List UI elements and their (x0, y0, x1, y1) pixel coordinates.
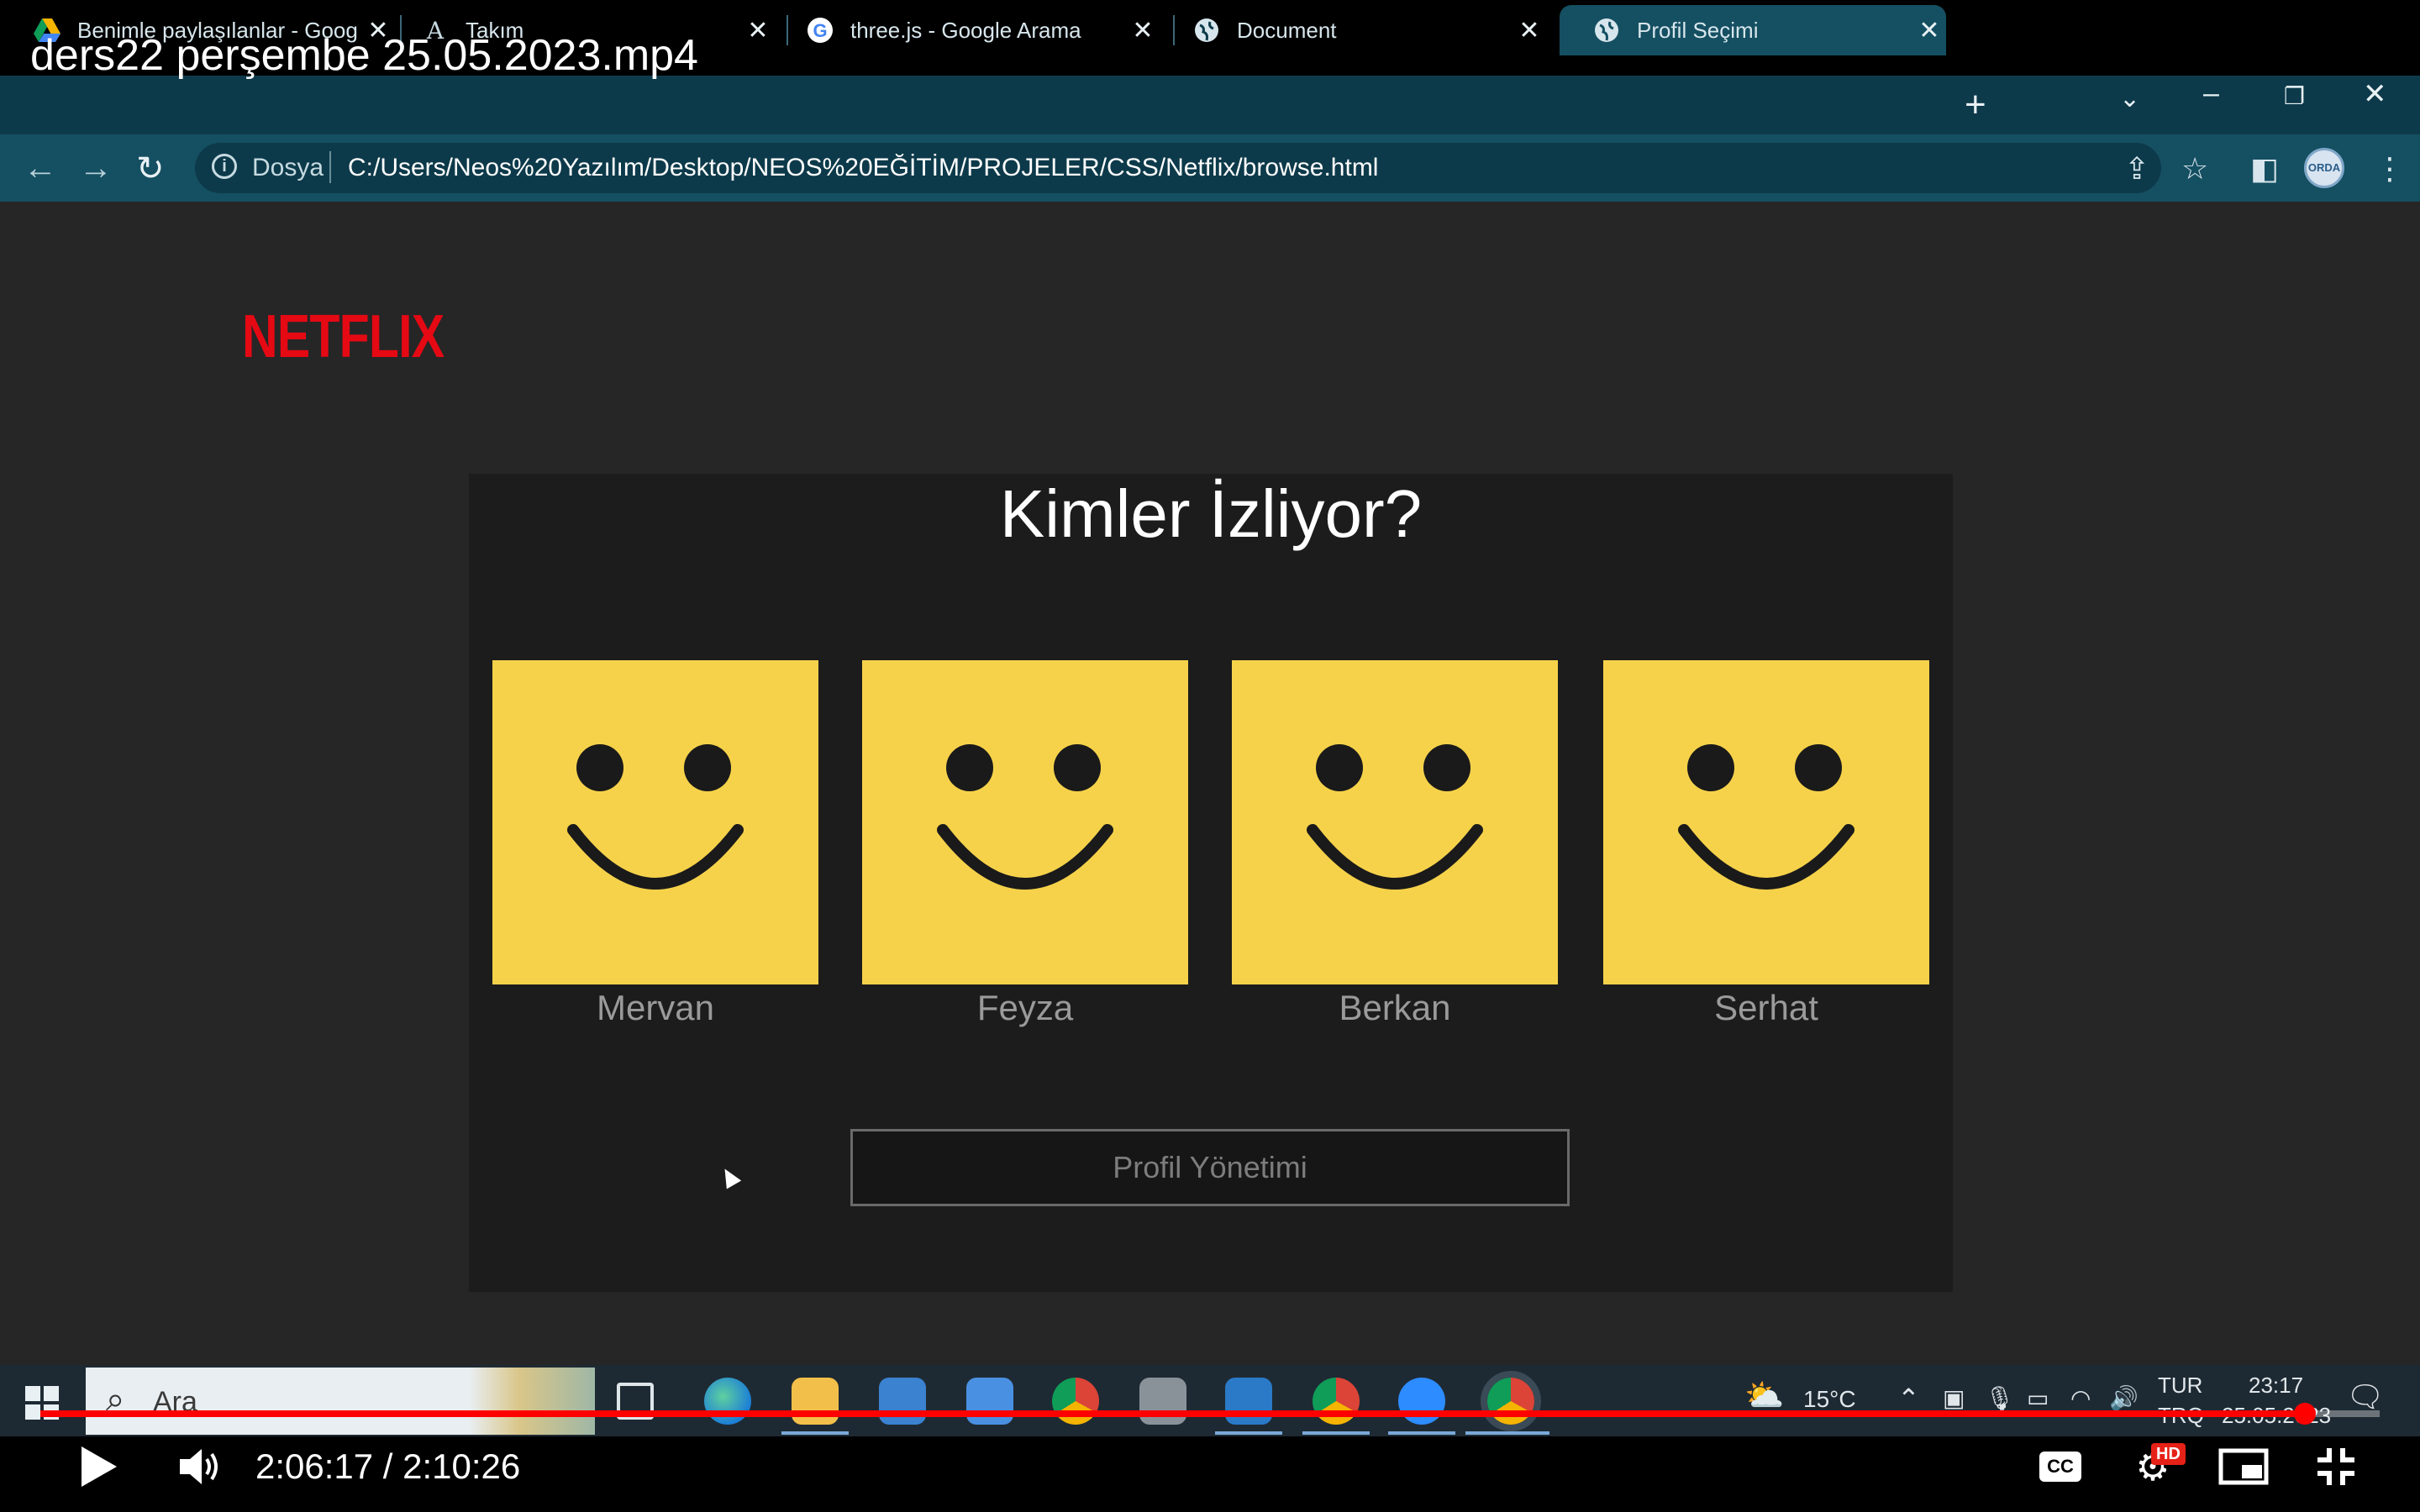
notification-icon[interactable]: 🗨 (2346, 1379, 2385, 1415)
close-tab-icon[interactable]: ✕ (1126, 16, 1160, 45)
smiley-avatar-icon[interactable] (492, 660, 818, 984)
weather-icon[interactable]: ⛅ (1744, 1378, 1784, 1415)
close-tab-icon[interactable]: ✕ (1512, 16, 1546, 45)
info-icon[interactable]: i (212, 154, 237, 179)
netflix-logo[interactable]: NETFLIX (242, 302, 445, 371)
mail-icon[interactable] (966, 1378, 1013, 1425)
active-app-indicator (1215, 1431, 1282, 1435)
edge-icon[interactable] (704, 1378, 751, 1425)
globe-icon (1193, 17, 1220, 44)
active-app-indicator (1388, 1431, 1455, 1435)
tab-document[interactable]: Document ✕ (1160, 5, 1546, 55)
profile-card[interactable]: Mervan (492, 660, 818, 1028)
tab-search-chevron-icon[interactable]: ⌄ (2119, 84, 2140, 113)
microphone-icon[interactable]: 🎙 (1985, 1384, 2015, 1412)
store-icon[interactable] (879, 1378, 926, 1425)
reload-icon[interactable]: ↻ (136, 150, 165, 188)
smiley-avatar-icon[interactable] (1603, 660, 1929, 984)
zoom-icon[interactable] (1398, 1378, 1445, 1425)
time-display: 2:06:17 / 2:10:26 (255, 1446, 521, 1486)
profile-card[interactable]: Serhat (1603, 660, 1929, 1028)
profile-card[interactable]: Berkan (1232, 660, 1558, 1028)
tab-threejs[interactable]: G three.js - Google Arama ✕ (773, 5, 1160, 55)
profile-avatar[interactable]: ORDA (2304, 148, 2344, 188)
tab-profil-secimi[interactable]: Profil Seçimi ✕ (1560, 5, 1946, 55)
vscode-icon[interactable] (1225, 1378, 1272, 1425)
chrome-profile-icon[interactable] (1313, 1378, 1360, 1425)
active-app-indicator (1465, 1431, 1549, 1435)
share-icon[interactable]: ⇪ (2124, 151, 2149, 186)
minimize-button[interactable]: – (2203, 77, 2219, 110)
chrome-icon[interactable] (1052, 1378, 1099, 1425)
weather-temp[interactable]: 15°C (1803, 1386, 1856, 1413)
side-panel-icon[interactable]: ◧ (2250, 151, 2279, 186)
profile-card[interactable]: Feyza (862, 660, 1188, 1028)
chrome-active-icon[interactable] (1481, 1371, 1541, 1431)
exit-fullscreen-icon[interactable] (2309, 1440, 2363, 1494)
battery-icon[interactable]: ▭ (2027, 1384, 2049, 1412)
manage-profiles-button[interactable]: Profil Yönetimi (850, 1129, 1570, 1206)
new-tab-button[interactable]: + (1965, 84, 1986, 126)
close-window-button[interactable]: ✕ (2363, 77, 2387, 111)
play-icon[interactable] (72, 1440, 126, 1494)
tab-label: Profil Seçimi (1637, 17, 1759, 43)
tab-label: three.js - Google Arama (850, 17, 1081, 43)
address-separator (329, 151, 331, 183)
bookmark-star-icon[interactable]: ☆ (2181, 151, 2208, 186)
clock-time[interactable]: 23:17 (2249, 1373, 2303, 1399)
tab-strip (0, 76, 2420, 134)
scheme-label: Dosya (252, 154, 324, 181)
file-explorer-icon[interactable] (792, 1378, 839, 1425)
video-title: ders22 perşembe 25.05.2023.mp4 (30, 31, 698, 80)
search-highlight-image (469, 1368, 595, 1435)
volume-icon[interactable] (173, 1440, 227, 1494)
svg-text:G: G (813, 20, 827, 41)
captions-button[interactable]: CC (2033, 1440, 2087, 1494)
language-top[interactable]: TUR (2158, 1373, 2202, 1399)
smiley-avatar-icon[interactable] (1232, 660, 1558, 984)
miniplayer-icon[interactable] (2217, 1440, 2270, 1494)
taskbar-search[interactable]: ⌕ Ara (86, 1368, 595, 1435)
cc-icon: CC (2039, 1452, 2081, 1482)
google-icon: G (807, 17, 834, 44)
forward-icon[interactable]: → (79, 150, 113, 187)
globe-icon (1593, 17, 1620, 44)
menu-kebab-icon[interactable]: ⋮ (2375, 151, 2405, 186)
scrubber-handle[interactable] (2294, 1403, 2316, 1425)
volume-icon[interactable]: 🔊 (2109, 1384, 2139, 1412)
database-icon[interactable] (1139, 1378, 1186, 1425)
smiley-avatar-icon[interactable] (862, 660, 1188, 984)
profile-name: Berkan (1339, 988, 1451, 1027)
active-app-indicator (1302, 1431, 1370, 1435)
hd-badge: HD (2151, 1443, 2186, 1465)
camera-icon[interactable]: ▣ (1943, 1384, 1965, 1412)
profile-name: Feyza (976, 988, 1074, 1027)
back-icon[interactable]: ← (24, 150, 57, 187)
tab-label: Document (1237, 17, 1337, 43)
page-title: Kimler İzliyor? (999, 476, 1423, 551)
url-text[interactable]: C:/Users/Neos%20Yazılım/Desktop/NEOS%20E… (348, 154, 1378, 182)
close-tab-icon[interactable]: ✕ (741, 16, 775, 45)
profile-name: Mervan (596, 988, 715, 1027)
progress-played (40, 1410, 2305, 1417)
restore-button[interactable]: ❐ (2284, 82, 2305, 110)
profile-name: Serhat (1714, 988, 1818, 1027)
wifi-icon[interactable]: ◠ (2070, 1384, 2091, 1412)
active-app-indicator (781, 1431, 849, 1435)
close-tab-icon[interactable]: ✕ (1912, 16, 1946, 45)
